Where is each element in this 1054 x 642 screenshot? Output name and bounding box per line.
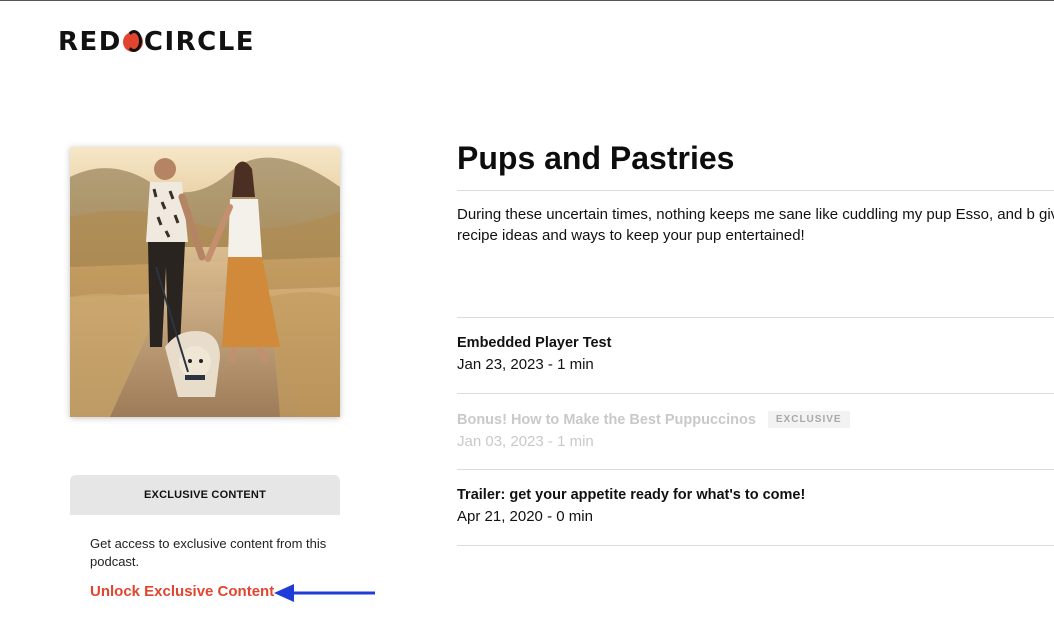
logo-circle-icon (122, 30, 143, 52)
logo-text-right: CIRCLE (143, 27, 256, 57)
redcircle-logo[interactable]: RED CIRCLE (58, 27, 255, 57)
divider (457, 469, 1054, 470)
episode-title: Embedded Player Test (457, 335, 612, 351)
episode-meta: Jan 03, 2023 - 1 min (457, 433, 594, 450)
top-border (0, 0, 1054, 1)
exclusive-content-description: Get access to exclusive content from thi… (90, 536, 327, 569)
divider (457, 190, 1054, 191)
divider (457, 393, 1054, 394)
divider (457, 545, 1054, 546)
exclusive-badge: EXCLUSIVE (767, 411, 850, 428)
episode-row[interactable]: Embedded Player Test Jan 23, 2023 - 1 mi… (457, 335, 1054, 373)
podcast-cover-image (70, 147, 340, 417)
episode-row-locked[interactable]: Bonus! How to Make the Best Puppuccinos … (457, 411, 1054, 450)
episode-title: Bonus! How to Make the Best Puppuccinos (457, 411, 756, 428)
exclusive-content-header: EXCLUSIVE CONTENT (70, 475, 340, 515)
divider (457, 317, 1054, 318)
episode-meta: Apr 21, 2020 - 0 min (457, 508, 593, 525)
episode-title: Trailer: get your appetite ready for wha… (457, 487, 806, 503)
episode-row[interactable]: Trailer: get your appetite ready for wha… (457, 487, 1054, 525)
annotation-arrow-icon (274, 584, 375, 602)
podcast-title: Pups and Pastries (457, 140, 735, 176)
episode-meta: Jan 23, 2023 - 1 min (457, 356, 594, 373)
unlock-exclusive-content-link[interactable]: Unlock Exclusive Content (90, 583, 274, 600)
podcast-description: During these uncertain times, nothing ke… (457, 206, 1054, 244)
logo-text-left: RED (58, 27, 122, 57)
